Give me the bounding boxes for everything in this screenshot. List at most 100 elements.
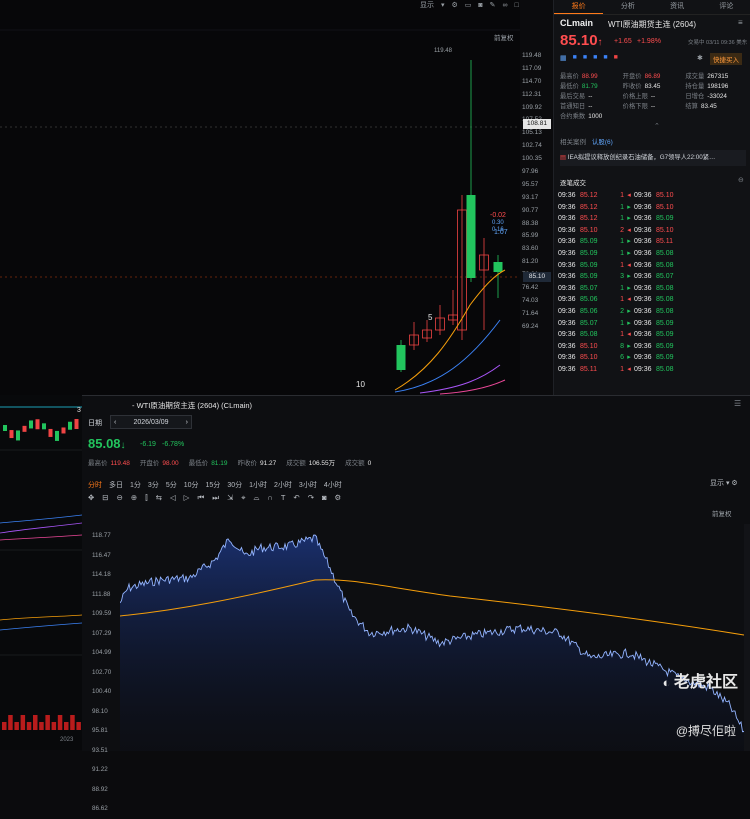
fit-icon[interactable]: ⇲ [227,493,233,503]
related-warrants-link[interactable]: 认股(6) [592,139,613,146]
period-tab[interactable]: 3小时 [299,480,317,490]
star-icon[interactable]: ✱ [697,54,703,62]
quote-stats: 最高价 88.99 开盘价 86.89 成交量 267315 最低价 81.79 昨收价 83.4… [560,72,748,122]
compare-icon[interactable]: ⇆ [156,493,162,503]
pre-close-adjust-2[interactable]: 前复权 [712,508,732,518]
chart-gear-icon[interactable]: ⚙ [335,493,342,503]
period-tab[interactable]: 分时 [88,480,102,490]
trade-row: 09:36 85.12 1 ▸ 09:36 85.09 [558,213,748,225]
stat-cell: 最后交易 -- [560,93,593,100]
measure-icon[interactable]: ⌓ [253,493,259,503]
wave-label-5: 5 [428,313,433,322]
trade-row: 09:36 85.09 1 ▸ 09:36 85.08 [558,248,748,260]
tool-icon-5[interactable]: ■ [614,54,618,62]
intraday-window[interactable]: - WTI原油期货主连 (2604) (CLmain) ☰ 日期 ‹ 2026/… [82,395,750,812]
tab-comments[interactable]: 评论 [702,0,750,14]
stat-cell: 价格下限 -- [622,103,656,110]
zoom-in-icon[interactable]: ⊕ [131,493,137,503]
background-chart-strip: 2023 3 [0,395,83,750]
watermark-user: @搏尽佢啦 [675,724,736,738]
tab-news[interactable]: 资讯 [653,0,702,14]
trade-row: 09:36 85.09 1 ◂ 09:36 85.08 [558,260,748,272]
scroll-right-icon[interactable]: ▷ [184,493,190,503]
gear-icon[interactable]: ⚙ [452,1,458,9]
trade-row: 09:36 85.11 1 ◂ 09:36 85.08 [558,364,748,376]
undo-icon[interactable]: ↶ [293,493,299,503]
snapshot-icon[interactable]: ◙ [322,493,327,503]
price-tick: 85.99 [522,232,539,240]
stat-cell: 持仓量 198196 [685,83,729,90]
square-icon[interactable]: □ [515,2,519,9]
tool-icon-2[interactable]: ■ [583,54,587,62]
direction-icon: ▸ [627,342,631,350]
volume-bar [33,715,38,730]
settings-icon[interactable]: ⚙ [731,480,737,487]
quick-buy-button[interactable]: 快捷买入 [710,53,742,65]
scroll-left-icon[interactable]: ◁ [170,493,176,503]
menu-icon[interactable]: ≡ [738,18,743,27]
crosshair-icon[interactable]: ⌖ [241,493,245,503]
candlestick-chart[interactable] [0,0,520,395]
direction-icon: ◂ [627,261,631,269]
bar-icon[interactable]: ⫿ [145,493,147,503]
window-menu-icon[interactable]: ☰ [734,399,741,408]
trade-timestamp: 交易中 03/11 09:36 美东 [688,40,748,46]
display-menu[interactable]: 显示 [420,0,434,10]
camera-icon[interactable]: ◙ [478,2,482,9]
high-price-label: 119.48 [434,48,452,54]
stat-cell: 最低价 81.79 [560,83,598,90]
strip-candle [42,423,46,430]
news-icon: ▤ [560,154,568,161]
news-ticker[interactable]: ▤ IEA拟提议释放创纪录石油储备，G7领导人22:00紧… [560,150,746,166]
jump-start-icon[interactable]: ⏮ [197,493,204,503]
y-tick: 104.99 [92,649,112,656]
period-tab[interactable]: 3分 [148,480,159,490]
volume-bar [51,722,57,730]
period-tab[interactable]: 2小时 [274,480,292,490]
y-tick: 118.77 [92,532,111,539]
move-icon[interactable]: ✥ [88,493,94,503]
tool-icon-1[interactable]: ■ [573,54,577,62]
price-tick: 71.64 [522,309,539,317]
prev-date-icon[interactable]: ‹ [111,419,119,426]
quote-tabs: 报价 分析 资讯 评论 [554,0,750,15]
expand-icon[interactable]: ⊖ [738,176,744,184]
period-tab[interactable]: 4小时 [324,480,342,490]
magnet-icon[interactable]: ∩ [267,493,272,503]
price-tick: 119.48 [522,52,542,59]
period-tab[interactable]: 5分 [166,480,177,490]
direction-icon: ▸ [627,273,631,281]
period-tab[interactable]: 多日 [109,480,123,490]
period-tab[interactable]: 15分 [206,480,221,490]
chart-toolbar: 显示 ▾ ⚙ ▭ ◙ ✎ ∞ □ [420,0,519,10]
intraday-line-chart[interactable] [120,518,750,751]
jump-end-icon[interactable]: ⏭ [212,493,219,503]
wave-label-10: 10 [356,380,365,389]
pre-close-adjust[interactable]: 前复权 [494,32,514,42]
tick-trades-list[interactable]: 09:36 85.12 1 ◂ 09:36 85.10 09:36 85.12 1 ▸ 09:36 8… [558,190,748,376]
tab-analysis[interactable]: 分析 [603,0,652,14]
intraday-stat: 最高价 119.48 [88,460,130,467]
layout-icon[interactable]: ▭ [465,1,472,9]
period-tab[interactable]: 30分 [227,480,242,490]
zoom-out-icon[interactable]: ⊖ [117,493,123,503]
date-picker[interactable]: ‹ 2026/03/09 › [110,415,192,429]
draw-icon[interactable]: ✎ [490,1,496,9]
period-tab[interactable]: 1分 [130,480,141,490]
tool-icon-4[interactable]: ■ [603,54,607,62]
period-tab[interactable]: 10分 [184,480,199,490]
redo-icon[interactable]: ↷ [308,493,314,503]
collapse-icon[interactable]: ⊟ [102,493,108,503]
text-icon[interactable]: T [281,493,286,503]
trade-row: 09:36 85.06 1 ◂ 09:36 85.08 [558,294,748,306]
period-tab[interactable]: 1小时 [249,480,267,490]
candlestick-chart-panel[interactable]: 119.48 -0.02 0.30 0.16 1.07 5 10 前复权 [0,0,520,395]
tab-quote[interactable]: 报价 [554,0,604,14]
link-icon[interactable]: ∞ [503,2,508,9]
direction-icon: ▸ [627,249,631,257]
collapse-chevron-icon[interactable]: ⌃ [654,122,660,130]
strip-candle [55,430,59,441]
strip-candle [3,425,7,431]
tool-icon-3[interactable]: ■ [593,54,597,62]
next-date-icon[interactable]: › [183,419,191,426]
